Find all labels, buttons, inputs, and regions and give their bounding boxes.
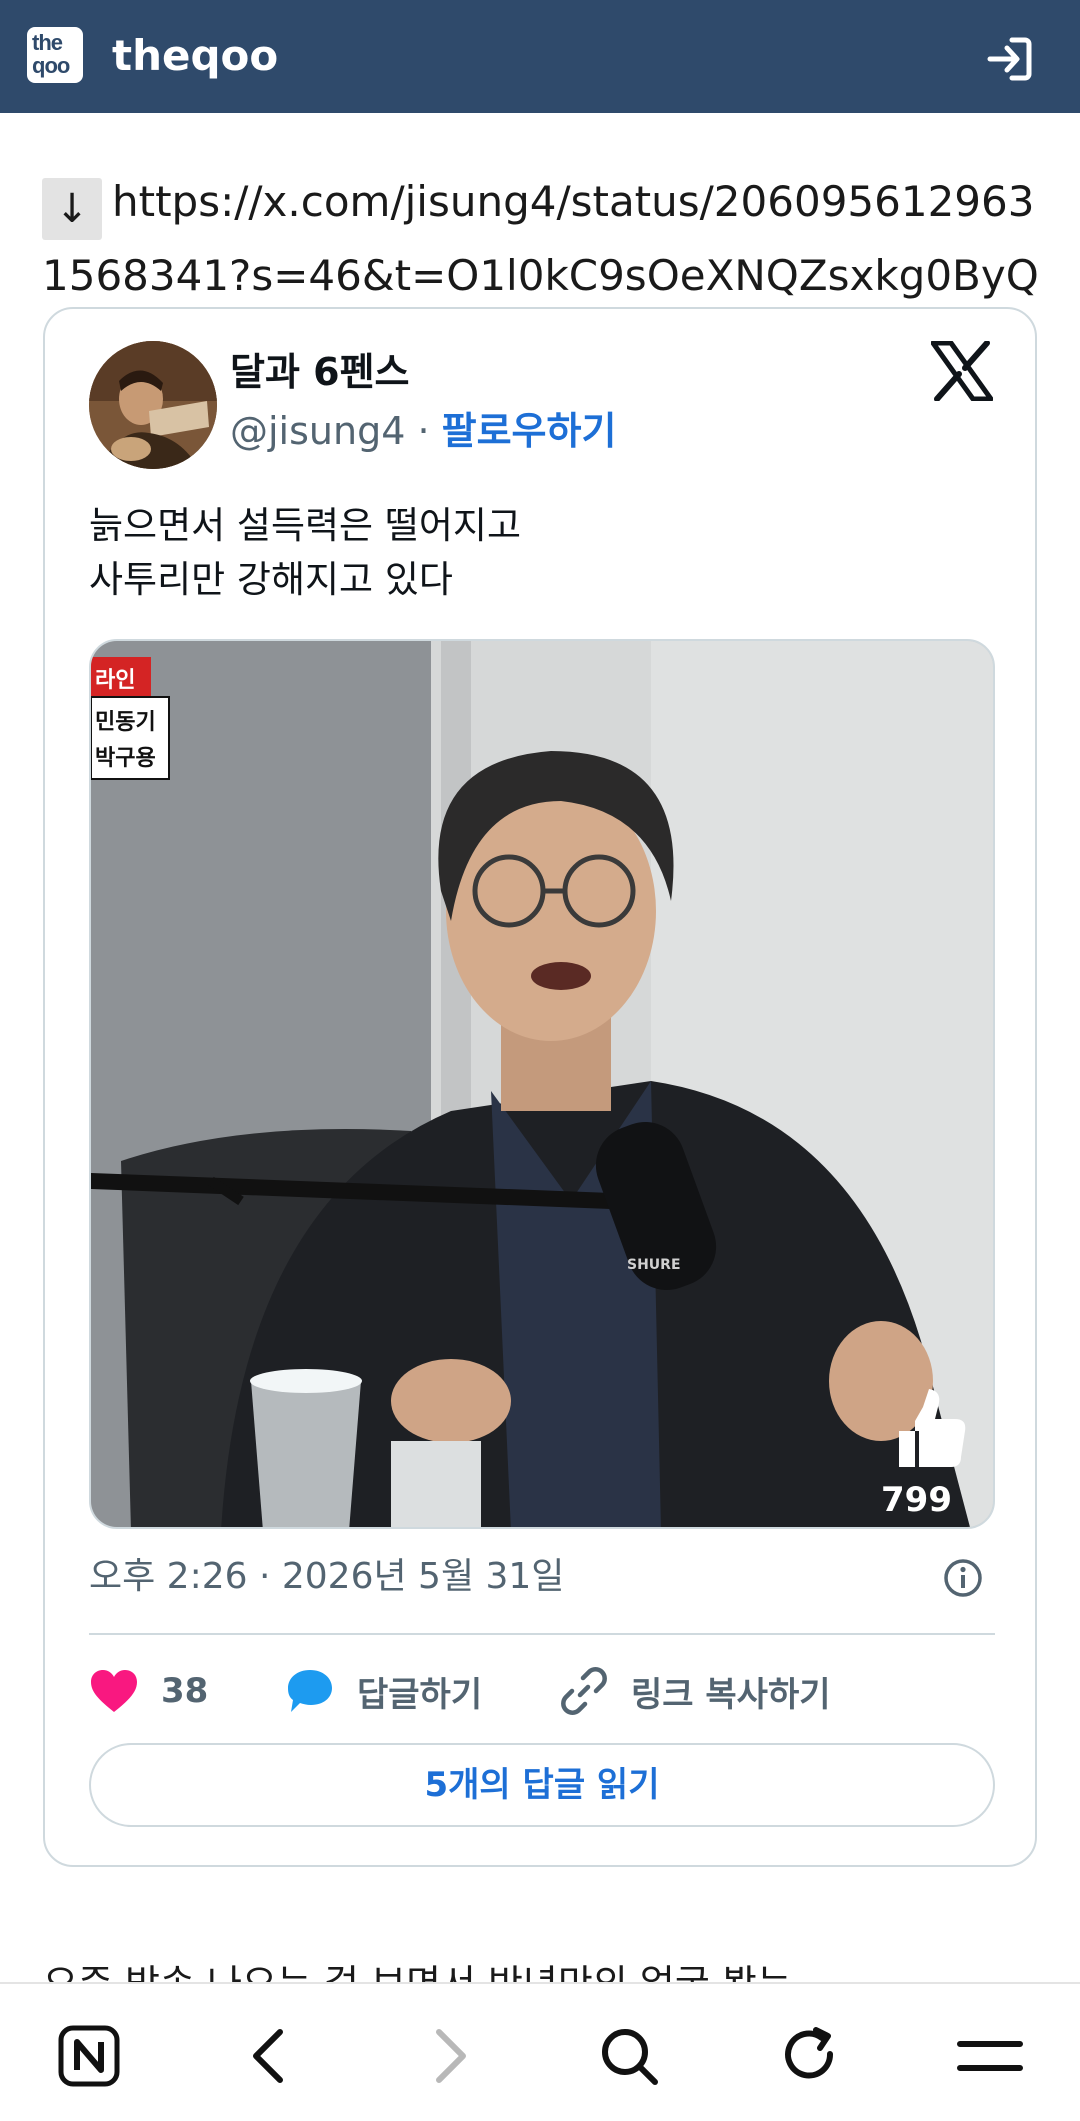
back-icon[interactable] <box>228 2016 308 2096</box>
site-brand[interactable]: theqoo <box>112 28 278 84</box>
login-icon[interactable] <box>985 34 1035 84</box>
heart-icon <box>91 1670 137 1712</box>
link-icon <box>561 1667 607 1715</box>
menu-icon[interactable] <box>950 2016 1030 2096</box>
svg-text:박구용: 박구용 <box>95 746 156 771</box>
site-logo[interactable]: the qoo <box>27 27 83 83</box>
tweet-photo[interactable]: 라인 민동기 박구용 SHURE 799 <box>89 639 995 1529</box>
post-body-text: 오준 방송 나오는 걸 보면서 반년만의 얼굴 봤는 <box>43 1962 792 1984</box>
top-header: the qoo theqoo <box>0 0 1080 113</box>
like-button[interactable]: 38 <box>89 1661 208 1721</box>
divider <box>89 1633 995 1635</box>
avatar[interactable] <box>89 341 217 469</box>
refresh-icon[interactable] <box>770 2016 850 2096</box>
forward-icon[interactable] <box>411 2016 491 2096</box>
handle-row: @jisung4 · 팔로우하기 <box>230 405 616 457</box>
tweet-embed-card: 달과 6펜스 @jisung4 · 팔로우하기 늙으면서 설득력은 떨어지고 사… <box>43 307 1037 1867</box>
svg-text:라인: 라인 <box>95 668 135 693</box>
user-handle[interactable]: @jisung4 <box>230 409 405 453</box>
tweet-text: 늙으면서 설득력은 떨어지고 사투리만 강해지고 있다 <box>89 504 522 601</box>
tweet-timestamp[interactable]: 오후 2:26 · 2026년 5월 31일 <box>89 1549 564 1605</box>
reply-bubble-icon <box>288 1670 332 1712</box>
display-name[interactable]: 달과 6펜스 <box>230 347 410 397</box>
like-count: 38 <box>161 1671 209 1711</box>
x-logo-icon[interactable] <box>930 340 994 402</box>
svg-text:SHURE: SHURE <box>627 1257 681 1273</box>
copy-link-button[interactable]: 링크 복사하기 <box>559 1661 831 1721</box>
reply-label: 답글하기 <box>357 1674 483 1715</box>
svg-text:민동기: 민동기 <box>95 710 156 735</box>
info-icon[interactable] <box>943 1558 983 1598</box>
source-url[interactable]: https://x.com/jisung4/status/20609561296… <box>42 177 1039 300</box>
follow-button[interactable]: 팔로우하기 <box>442 409 617 453</box>
down-arrow-icon[interactable]: ↓ <box>42 178 102 240</box>
search-icon[interactable] <box>589 2016 669 2096</box>
browser-bottom-nav <box>0 1982 1080 2121</box>
naver-n-icon[interactable] <box>49 2016 129 2096</box>
logo-text: the qoo <box>32 30 70 78</box>
read-replies-button[interactable]: 5개의 답글 읽기 <box>89 1743 995 1827</box>
reply-button[interactable]: 답글하기 <box>285 1661 482 1721</box>
copy-link-label: 링크 복사하기 <box>631 1674 831 1715</box>
handle-separator: · <box>405 409 442 453</box>
tweet-actions: 38 답글하기 링크 복사하기 <box>89 1661 995 1721</box>
source-link[interactable]: ↓ https://x.com/jisung4/status/2060956129… <box>42 166 1042 312</box>
video-like-count: 799 <box>881 1480 952 1520</box>
